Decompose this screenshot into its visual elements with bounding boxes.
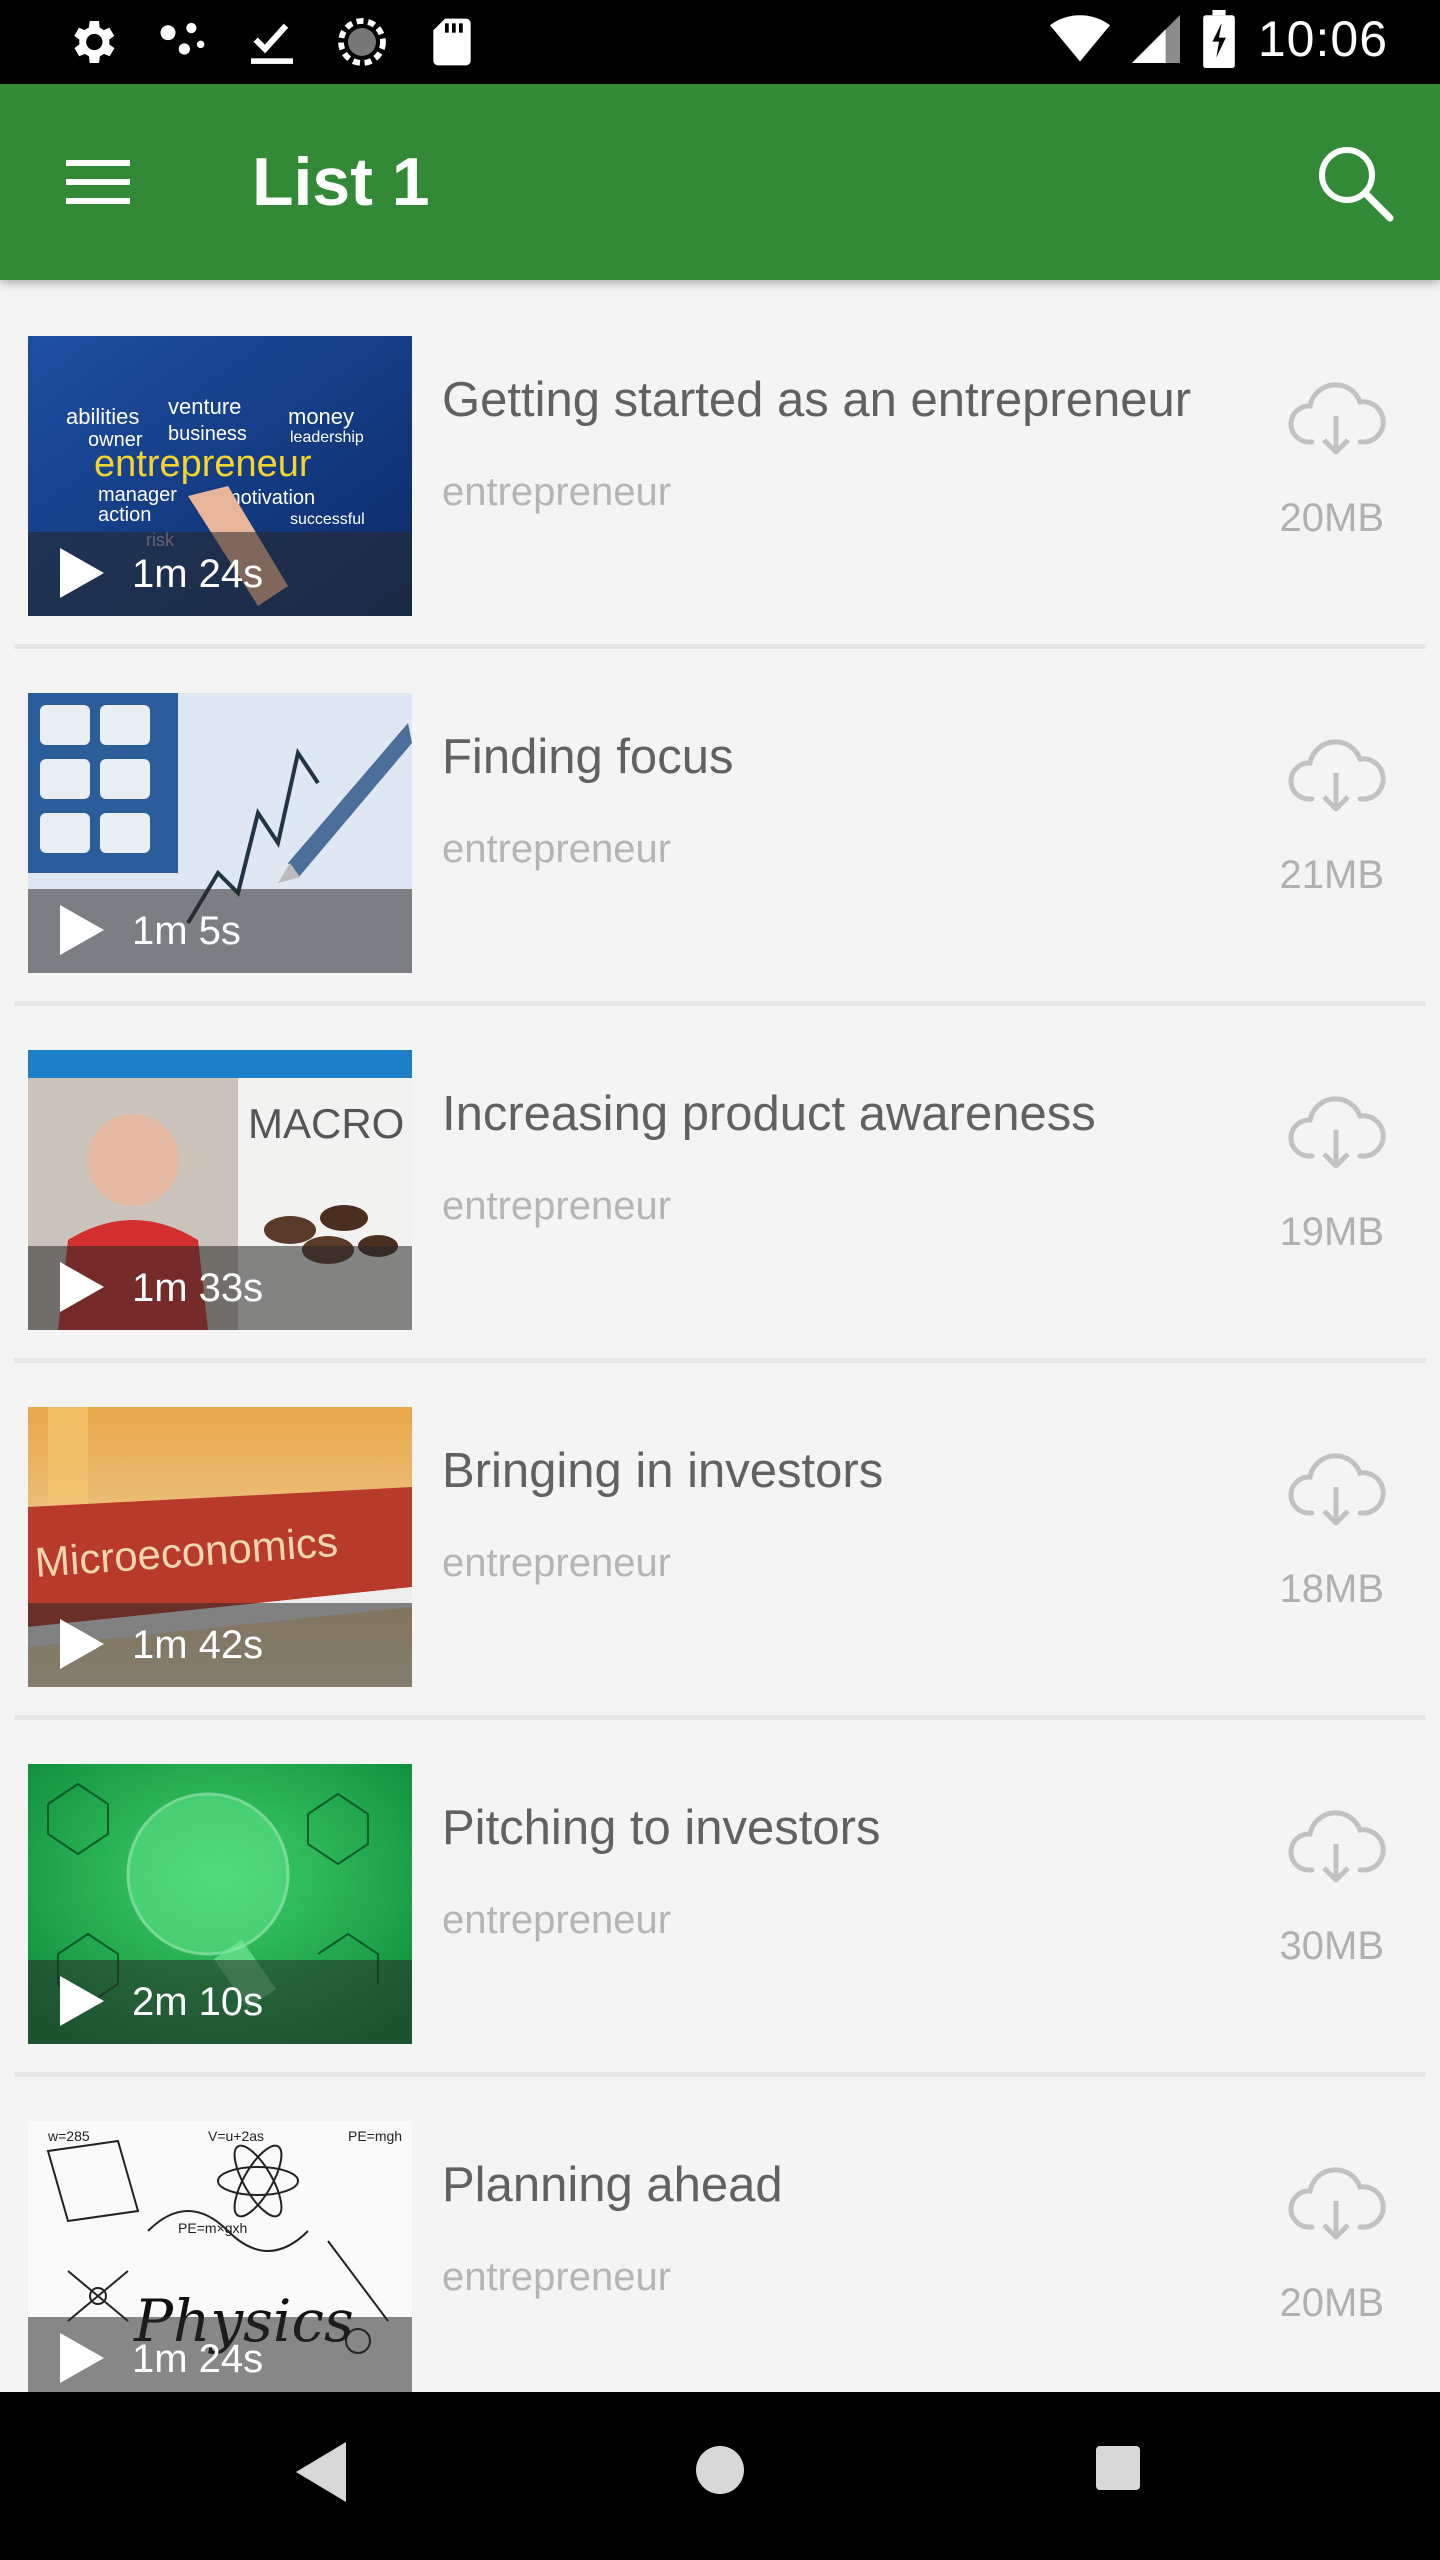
battery-charging-icon — [1202, 10, 1236, 68]
video-duration: 2m 10s — [132, 1980, 264, 2024]
thumbnail-caption: MACRO — [248, 1100, 404, 1147]
video-title[interactable]: Pitching to investors — [442, 1800, 1202, 1856]
play-icon[interactable] — [60, 548, 104, 598]
video-duration: 1m 24s — [132, 2337, 264, 2381]
svg-text:PE=mgh: PE=mgh — [348, 2128, 402, 2144]
file-size: 30MB — [1279, 1924, 1385, 1968]
check-download-icon — [244, 14, 300, 70]
cloud-download-icon[interactable] — [1286, 1808, 1386, 1888]
app-bar: List 1 — [0, 84, 1440, 280]
svg-text:action: action — [98, 504, 151, 526]
svg-text:business: business — [168, 423, 247, 445]
svg-text:venture: venture — [168, 394, 241, 419]
list-item[interactable]: Microeconomics 1m 42s Bringing in invest… — [0, 1351, 1440, 1707]
video-title[interactable]: Finding focus — [442, 729, 1202, 785]
cloud-download-icon[interactable] — [1286, 737, 1386, 817]
list-item[interactable]: 1m 5s Finding focus entrepreneur 21MB — [0, 637, 1440, 993]
list-item[interactable]: 2m 10s Pitching to investors entrepreneu… — [0, 1708, 1440, 2064]
svg-text:V=u+2as: V=u+2as — [208, 2128, 264, 2144]
status-notification-icons — [64, 14, 480, 70]
nodes-icon — [154, 14, 210, 70]
video-category: entrepreneur — [442, 2255, 672, 2299]
signal-icon — [1131, 13, 1180, 65]
svg-text:manager: manager — [98, 484, 177, 506]
video-duration: 1m 5s — [132, 909, 241, 953]
video-thumbnail[interactable]: 2m 10s — [28, 1764, 412, 2044]
cloud-download-icon[interactable] — [1286, 380, 1386, 460]
video-category: entrepreneur — [442, 827, 672, 871]
status-system-icons: 10:06 — [1049, 10, 1388, 68]
video-category: entrepreneur — [442, 470, 672, 514]
gear-icon — [64, 14, 120, 70]
spinner-icon — [334, 14, 390, 70]
recents-square-icon[interactable] — [1096, 2446, 1140, 2490]
file-size: 19MB — [1279, 1210, 1385, 1254]
play-icon[interactable] — [60, 905, 104, 955]
video-thumbnail[interactable]: abilities venture money owner business l… — [28, 336, 412, 616]
list-item[interactable]: MACRO 1m 33s Increasing product awarenes… — [0, 994, 1440, 1350]
file-size: 21MB — [1279, 853, 1385, 897]
video-thumbnail[interactable]: 1m 5s — [28, 693, 412, 973]
status-time: 10:06 — [1257, 11, 1388, 67]
video-thumbnail[interactable]: Microeconomics 1m 42s — [28, 1407, 412, 1687]
video-title[interactable]: Getting started as an entrepreneur — [442, 372, 1202, 428]
app-screen: 10:06 List 1 abilities venture money own… — [0, 0, 1440, 2560]
file-size: 20MB — [1279, 496, 1385, 540]
video-duration: 1m 24s — [132, 552, 264, 596]
svg-text:w=285: w=285 — [47, 2128, 90, 2144]
video-duration: 1m 42s — [132, 1623, 264, 1667]
wifi-icon — [1049, 13, 1110, 65]
svg-text:money: money — [288, 404, 354, 429]
cloud-download-icon[interactable] — [1286, 1451, 1386, 1531]
video-thumbnail[interactable]: w=285 V=u+2as PE=mgh PE=m×gxh Physics 1m… — [28, 2121, 412, 2392]
play-icon[interactable] — [60, 1262, 104, 1312]
list-item[interactable]: abilities venture money owner business l… — [0, 280, 1440, 636]
play-icon[interactable] — [60, 2333, 104, 2383]
video-title[interactable]: Increasing product awareness — [442, 1086, 1202, 1142]
video-title[interactable]: Bringing in investors — [442, 1443, 1202, 1499]
search-icon[interactable] — [1310, 138, 1400, 228]
file-size: 20MB — [1279, 2281, 1385, 2325]
cloud-download-icon[interactable] — [1286, 1094, 1386, 1174]
home-circle-icon[interactable] — [694, 2444, 746, 2496]
play-icon[interactable] — [60, 1976, 104, 2026]
sd-card-icon — [424, 14, 480, 70]
svg-text:successful: successful — [290, 511, 365, 528]
video-category: entrepreneur — [442, 1898, 672, 1942]
video-category: entrepreneur — [442, 1184, 672, 1228]
svg-text:entrepreneur: entrepreneur — [94, 443, 312, 485]
status-bar: 10:06 — [0, 0, 1440, 84]
video-thumbnail[interactable]: MACRO 1m 33s — [28, 1050, 412, 1330]
svg-text:abilities: abilities — [66, 404, 139, 429]
svg-text:PE=m×gxh: PE=m×gxh — [178, 2220, 247, 2236]
file-size: 18MB — [1279, 1567, 1385, 1611]
hamburger-menu-icon[interactable] — [56, 146, 140, 218]
video-list: abilities venture money owner business l… — [0, 280, 1440, 2392]
list-item[interactable]: w=285 V=u+2as PE=mgh PE=m×gxh Physics 1m… — [0, 2065, 1440, 2392]
video-title[interactable]: Planning ahead — [442, 2157, 1202, 2213]
video-category: entrepreneur — [442, 1541, 672, 1585]
video-duration: 1m 33s — [132, 1266, 264, 1310]
cloud-download-icon[interactable] — [1286, 2165, 1386, 2245]
play-icon[interactable] — [60, 1619, 104, 1669]
back-triangle-icon[interactable] — [296, 2442, 346, 2502]
page-title: List 1 — [252, 144, 430, 220]
system-nav-bar — [0, 2392, 1440, 2560]
